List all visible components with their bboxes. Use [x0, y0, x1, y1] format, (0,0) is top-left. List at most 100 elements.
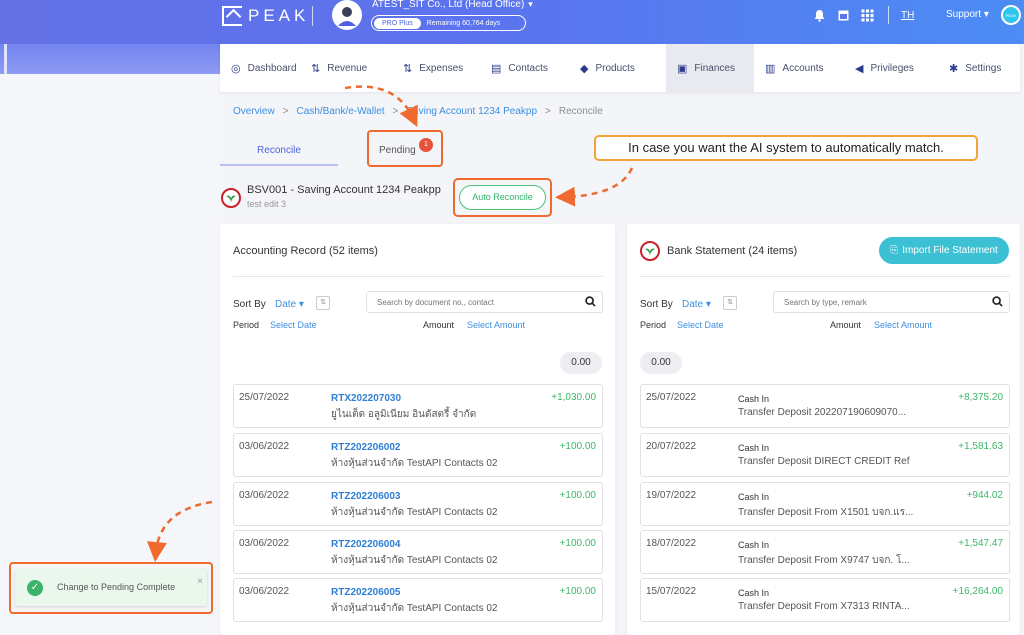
breadcrumb-account[interactable]: Saving Account 1234 Peakpp: [406, 106, 537, 117]
header-divider: [312, 6, 313, 26]
row-amount: +100.00: [559, 586, 596, 597]
arrow-to-auto-reconcile: [555, 167, 634, 207]
dashboard-icon: ◎: [231, 62, 241, 75]
accounting-row[interactable]: 03/06/2022 RTZ202206002 ห้างหุ้นส่วนจำกั…: [233, 433, 603, 477]
row-date: 18/07/2022: [646, 538, 697, 549]
row-amount: +100.00: [559, 441, 596, 452]
accounting-row[interactable]: 25/07/2022 RTX202207030 ยูไนเต็ด อลูมิเน…: [233, 384, 603, 428]
support-menu[interactable]: Support ▾: [946, 9, 989, 20]
sidebar: [0, 74, 220, 635]
nav-dashboard[interactable]: ◎ Dashboard: [220, 44, 300, 92]
tab-pending[interactable]: Pending 1: [367, 130, 443, 167]
row-date: 03/06/2022: [239, 490, 290, 501]
nav-accounts[interactable]: ▥ Accounts: [754, 44, 844, 92]
accounts-icon: ▥: [765, 62, 776, 75]
header-divider: [888, 6, 889, 24]
accounting-row[interactable]: 03/06/2022 RTZ202206003 ห้างหุ้นส่วนจำกั…: [233, 482, 603, 526]
company-name: ATEST_SIT Co., Ltd (Head Office): [372, 0, 525, 10]
amount-select[interactable]: Select Amount: [467, 320, 525, 330]
user-avatar[interactable]: PEAK: [1001, 5, 1021, 25]
toast-message: Change to Pending Complete: [57, 582, 176, 592]
period-label: Period: [233, 320, 260, 330]
row-amount: +1,547.47: [958, 538, 1003, 549]
bank-logo-icon: [640, 241, 660, 261]
sort-order-icon[interactable]: ⇅: [723, 296, 737, 310]
row-amount: +16,264.00: [952, 586, 1003, 597]
row-doc-link[interactable]: RTZ202206005: [331, 587, 401, 598]
row-doc-link[interactable]: RTZ202206003: [331, 491, 401, 502]
accounting-row[interactable]: 03/06/2022 RTZ202206005 ห้างหุ้นส่วนจำกั…: [233, 578, 603, 622]
bank-search[interactable]: [773, 291, 1010, 313]
row-doc-link[interactable]: RTX202207030: [331, 393, 401, 404]
row-date: 03/06/2022: [239, 441, 290, 452]
sort-value: Date: [275, 299, 297, 310]
row-description: Transfer Deposit From X9747 บจก. โ...: [738, 555, 910, 566]
row-contact: ห้างหุ้นส่วนจำกัด TestAPI Contacts 02: [331, 458, 498, 469]
bank-row[interactable]: 19/07/2022 Cash In Transfer Deposit From…: [640, 482, 1010, 526]
bank-row[interactable]: 18/07/2022 Cash In Transfer Deposit From…: [640, 530, 1010, 574]
amount-select[interactable]: Select Amount: [874, 320, 932, 330]
apps-grid-icon[interactable]: [860, 8, 874, 22]
chevron-down-icon: ▾: [528, 0, 533, 9]
period-select[interactable]: Select Date: [677, 320, 724, 330]
nav-label: Finances: [694, 62, 735, 74]
bank-search-input[interactable]: [774, 292, 1009, 312]
panel-divider: [233, 276, 603, 277]
language-switch[interactable]: TH: [901, 10, 914, 21]
row-type: Cash In: [738, 443, 770, 453]
sort-label: Sort By: [233, 299, 266, 310]
products-icon: ◆: [580, 62, 589, 75]
peak-logo[interactable]: PEAK: [222, 6, 309, 26]
sort-label: Sort By: [640, 299, 673, 310]
sort-order-icon[interactable]: ⇅: [316, 296, 330, 310]
sort-select[interactable]: Date ▾: [682, 299, 711, 310]
nav-settings[interactable]: ✱ Settings: [938, 44, 1010, 92]
row-contact: ห้างหุ้นส่วนจำกัด TestAPI Contacts 02: [331, 507, 498, 518]
period-select[interactable]: Select Date: [270, 320, 317, 330]
nav-finances[interactable]: ▣ Finances: [666, 44, 754, 92]
main-nav: ◎ Dashboard ⇅ Revenue ⇅ Expenses ▤ Contacts …: [220, 44, 1020, 92]
auto-reconcile-button[interactable]: Auto Reconcile: [459, 185, 546, 210]
expenses-icon: ⇅: [403, 62, 413, 75]
toast-highlight: ✓ Change to Pending Complete ×: [9, 562, 213, 614]
ai-callout: In case you want the AI system to automa…: [594, 135, 978, 161]
amount-label: Amount: [830, 320, 862, 330]
accounting-total: 0.00: [560, 352, 602, 374]
nav-privileges[interactable]: ◀ Privileges: [844, 44, 938, 92]
bank-row[interactable]: 20/07/2022 Cash In Transfer Deposit DIRE…: [640, 433, 1010, 477]
close-icon[interactable]: ×: [197, 576, 203, 587]
row-doc-link[interactable]: RTZ202206004: [331, 539, 401, 550]
sort-value: Date: [682, 299, 704, 310]
bank-row[interactable]: 25/07/2022 Cash In Transfer Deposit 2022…: [640, 384, 1010, 428]
import-statement-button[interactable]: ⎘ Import File Statement: [879, 237, 1009, 264]
search-icon[interactable]: [585, 296, 596, 307]
company-selector[interactable]: ATEST_SIT Co., Ltd (Head Office) ▾: [372, 0, 533, 10]
calendar-icon[interactable]: [836, 8, 850, 22]
bank-row[interactable]: 15/07/2022 Cash In Transfer Deposit From…: [640, 578, 1010, 622]
row-date: 20/07/2022: [646, 441, 697, 452]
accounting-search-input[interactable]: [367, 292, 602, 312]
row-type: Cash In: [738, 394, 770, 404]
company-avatar[interactable]: [332, 0, 362, 30]
chevron-down-icon: ▾: [705, 299, 711, 310]
sort-select[interactable]: Date ▾: [275, 299, 304, 310]
avatar-person-icon: [333, 1, 361, 29]
row-doc-link[interactable]: RTZ202206002: [331, 442, 401, 453]
breadcrumb-cash-bank[interactable]: Cash/Bank/e-Wallet: [297, 106, 385, 117]
bank-total: 0.00: [640, 352, 682, 374]
nav-expenses[interactable]: ⇅ Expenses: [392, 44, 480, 92]
search-icon[interactable]: [992, 296, 1003, 307]
amount-label: Amount: [423, 320, 455, 330]
nav-label: Revenue: [327, 62, 368, 74]
nav-contacts[interactable]: ▤ Contacts: [480, 44, 569, 92]
nav-label: Dashboard: [247, 62, 297, 74]
plan-badge: PRO Plus: [374, 17, 421, 29]
accounting-row[interactable]: 03/06/2022 RTZ202206004 ห้างหุ้นส่วนจำกั…: [233, 530, 603, 574]
tab-reconcile[interactable]: Reconcile: [220, 142, 338, 166]
nav-products[interactable]: ◆ Products: [569, 44, 666, 92]
breadcrumb-overview[interactable]: Overview: [233, 106, 275, 117]
bell-icon[interactable]: [812, 8, 826, 22]
settings-icon: ✱: [949, 62, 959, 75]
nav-revenue[interactable]: ⇅ Revenue: [300, 44, 392, 92]
accounting-search[interactable]: [366, 291, 603, 313]
